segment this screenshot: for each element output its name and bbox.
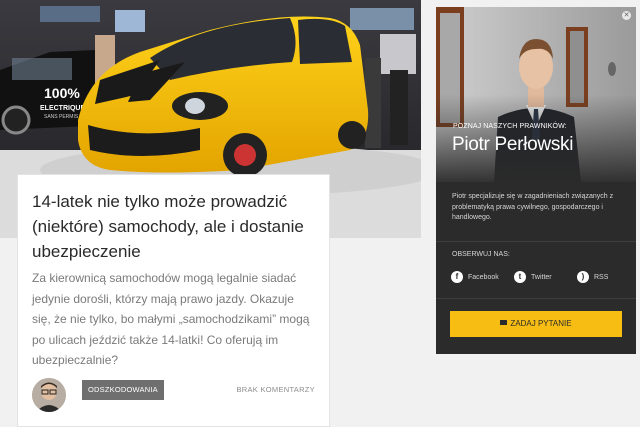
rss-link[interactable]: ) RSS: [577, 271, 608, 283]
hero-sign-sans-permis: SANS PERMIS: [44, 114, 79, 120]
author-face-icon: [32, 378, 66, 412]
envelope-icon: [500, 320, 508, 326]
divider: [436, 298, 636, 299]
article-excerpt: Za kierownicą samochodów mogą legalnie s…: [32, 271, 310, 367]
divider: [436, 241, 636, 242]
facebook-label: Facebook: [468, 273, 499, 281]
article-title[interactable]: 14-latek nie tylko może prowadzić (niekt…: [32, 189, 314, 264]
rss-label: RSS: [594, 273, 609, 281]
lawyer-name[interactable]: Piotr Perłowski: [452, 134, 573, 156]
lawyer-description: Piotr specjalizuje się w zagadnieniach z…: [452, 193, 614, 221]
author-avatar[interactable]: [32, 378, 66, 412]
hero-sign-percent: 100%: [44, 85, 80, 101]
twitter-link[interactable]: t Twitter: [514, 271, 552, 283]
widget-kicker: POZNAJ NASZYCH PRAWNIKÓW:: [453, 123, 567, 130]
twitter-label: Twitter: [531, 273, 552, 281]
twitter-icon: t: [514, 271, 526, 283]
hero-sign-electrique: ELECTRIQUE: [40, 105, 85, 112]
rss-icon: ): [577, 271, 589, 283]
close-icon[interactable]: ✕: [622, 11, 631, 20]
comments-count[interactable]: BRAK KOMENTARZY: [236, 385, 315, 394]
ask-question-button[interactable]: ZADAJ PYTANIE: [450, 311, 622, 337]
facebook-icon: f: [451, 271, 463, 283]
lawyer-widget: ✕ POZNAJ NASZYCH PRAWNIKÓW: Piotr Perłow…: [436, 7, 636, 354]
article-card: 14-latek nie tylko może prowadzić (niekt…: [17, 174, 330, 427]
ask-question-label: ZADAJ PYTANIE: [510, 319, 572, 328]
category-badge[interactable]: ODSZKODOWANIA: [82, 380, 164, 400]
follow-label: OBSERWUJ NAS:: [452, 251, 510, 258]
facebook-link[interactable]: f Facebook: [451, 271, 499, 283]
